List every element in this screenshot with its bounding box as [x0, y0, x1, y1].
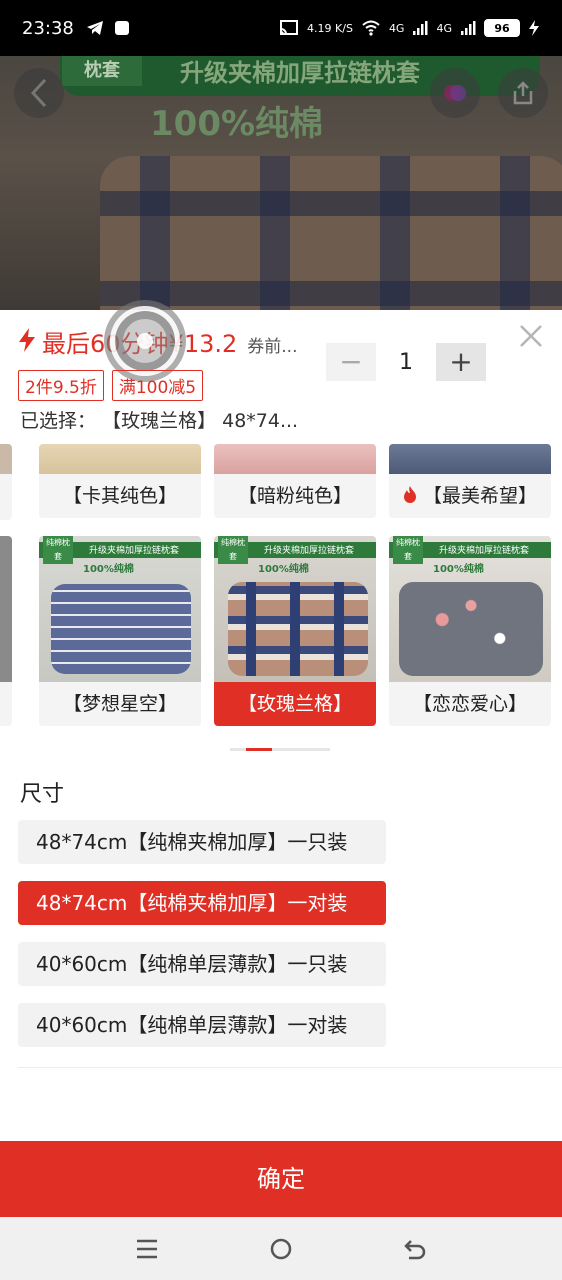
menu-icon[interactable] [135, 1238, 159, 1260]
product-banner-tag: 枕套 [62, 56, 142, 86]
size-section-title: 尺寸 [20, 782, 65, 807]
sku-selection-sheet: 最后60分钟 ¥13.2 券前... − 1 + 2件9.5折 满100减5 已… [0, 306, 562, 1280]
fire-icon [403, 486, 416, 503]
variant-thumbnail [389, 444, 551, 474]
charging-icon [529, 20, 539, 36]
touch-indicator [110, 306, 180, 376]
product-banner-sub: 100%纯棉 [150, 104, 324, 144]
status-time: 23:38 [22, 17, 74, 39]
status-bar: 23:38 4.19 K/S 4G 4G 96 [0, 0, 562, 56]
confirm-button[interactable]: 确定 [0, 1141, 562, 1217]
product-image: 枕套 升级夹棉加厚拉链枕套 100%纯棉 [0, 56, 562, 310]
system-nav-bar [0, 1217, 562, 1280]
variant-label: 【玫瑰兰格】 [214, 682, 376, 726]
net-type-2: 4G [436, 21, 452, 35]
wifi-icon [362, 20, 380, 36]
battery-icon: 96 [484, 19, 520, 37]
selected-label: 已选择： [20, 410, 97, 432]
variant-label: 【卡其纯色】 [62, 485, 177, 507]
variant-thumbnail: 纯棉枕套 升级夹棉加厚拉链枕套 100%纯棉 [39, 536, 201, 682]
variant-scroll-indicator [230, 748, 330, 751]
variant-label: 【暗粉纯色】 [237, 485, 352, 507]
size-option[interactable]: 40*60cm【纯棉单层薄款】一对装 [18, 1003, 386, 1047]
variant-thumbnail [214, 444, 376, 474]
signal-icon [413, 21, 428, 35]
product-banner-text: 升级夹棉加厚拉链枕套 [180, 59, 420, 87]
selected-value: 【玫瑰兰格】 48*74... [102, 410, 299, 432]
home-icon[interactable] [269, 1237, 293, 1261]
increase-quantity-button[interactable]: + [436, 343, 486, 381]
live-icon [444, 85, 466, 101]
size-option-selected[interactable]: 48*74cm【纯棉夹棉加厚】一对装 [18, 881, 386, 925]
net-type-1: 4G [388, 21, 405, 35]
variant-card-selected[interactable]: 纯棉枕套 升级夹棉加厚拉链枕套 100%纯棉 【玫瑰兰格】 [214, 536, 376, 726]
divider [18, 1067, 562, 1068]
quantity-value[interactable]: 1 [376, 350, 436, 375]
back-icon[interactable] [403, 1238, 427, 1260]
variant-card[interactable]: 【暗粉纯色】 [214, 444, 376, 518]
promo-tags: 2件9.5折 满100减5 [18, 370, 204, 401]
promo-tag: 满100减5 [111, 370, 204, 401]
variant-label: 【最美希望】 [389, 474, 551, 518]
share-icon [513, 81, 533, 105]
quantity-stepper: − 1 + [326, 343, 486, 381]
share-button[interactable] [498, 68, 548, 118]
close-button[interactable] [516, 324, 546, 354]
flash-sale-icon [19, 328, 35, 352]
selected-summary: 已选择： 【玫瑰兰格】 48*74... [20, 406, 298, 433]
chevron-left-icon [30, 78, 47, 108]
variant-thumbnail: 纯棉枕套 升级夹棉加厚拉链枕套 100%纯棉 [214, 536, 376, 682]
size-option[interactable]: 48*74cm【纯棉夹棉加厚】一只装 [18, 820, 386, 864]
app-notification-icon [114, 21, 129, 35]
close-icon [520, 325, 542, 347]
variant-thumbnail: 纯棉枕套 升级夹棉加厚拉链枕套 100%纯棉 [389, 536, 551, 682]
variant-card-partial[interactable] [0, 444, 12, 520]
promo-tag: 2件9.5折 [18, 370, 104, 401]
screen: 23:38 4.19 K/S 4G 4G 96 枕套 升级夹棉加厚拉链枕套 10… [0, 0, 562, 1280]
variant-card[interactable]: 【最美希望】 [389, 444, 551, 518]
coupon-note[interactable]: 券前... [247, 332, 297, 357]
variant-label: 【恋恋爱心】 [412, 693, 527, 715]
variant-thumbnail [39, 444, 201, 474]
variant-card[interactable]: 纯棉枕套 升级夹棉加厚拉链枕套 100%纯棉 【恋恋爱心】 [389, 536, 551, 726]
back-button[interactable] [14, 68, 64, 118]
variant-card[interactable]: 【卡其纯色】 [39, 444, 201, 518]
variant-grid: 【卡其纯色】 【暗粉纯色】 【最美希望】 纯棉枕套 升级夹棉加厚拉链枕套 100… [0, 444, 562, 730]
size-options: 48*74cm【纯棉夹棉加厚】一只装 48*74cm【纯棉夹棉加厚】一对装 40… [18, 820, 386, 1064]
variant-card-partial[interactable] [0, 536, 12, 726]
decrease-quantity-button[interactable]: − [326, 343, 376, 381]
variant-card[interactable]: 纯棉枕套 升级夹棉加厚拉链枕套 100%纯棉 【梦想星空】 [39, 536, 201, 726]
pillow-image [100, 156, 562, 310]
net-speed: 4.19 K/S [307, 21, 353, 35]
telegram-icon [86, 21, 103, 35]
cast-icon [280, 20, 299, 35]
variant-label: 【梦想星空】 [62, 693, 177, 715]
signal-icon-2 [461, 21, 476, 35]
size-option[interactable]: 40*60cm【纯棉单层薄款】一只装 [18, 942, 386, 986]
live-button[interactable] [430, 68, 480, 118]
